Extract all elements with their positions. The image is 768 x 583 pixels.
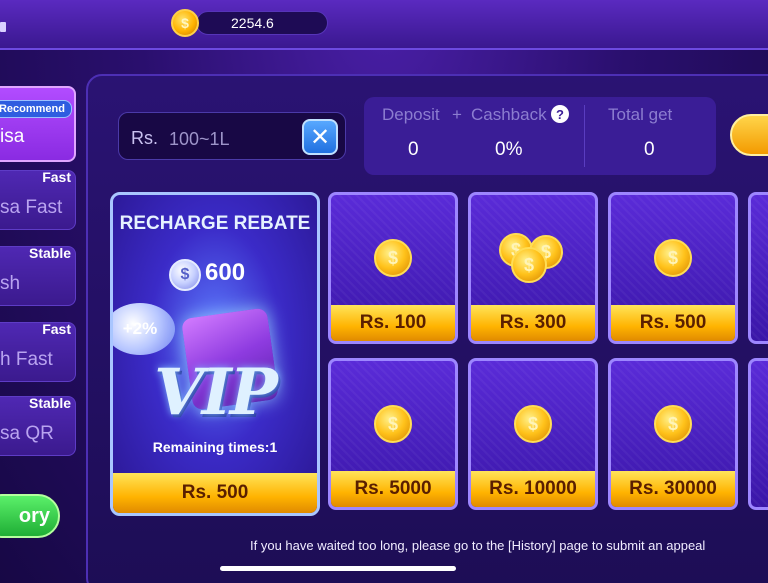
amount-option-5000[interactable]: $ Rs. 5000: [328, 358, 458, 510]
deposit-label: Deposit: [382, 105, 440, 124]
sidebar-item-label: h Fast: [0, 349, 53, 370]
total-get-value: 0: [644, 139, 655, 160]
history-button[interactable]: ory: [0, 494, 60, 538]
silver-coin-icon: $: [169, 259, 201, 291]
amount-option-300[interactable]: $ $ $ Rs. 300: [468, 192, 598, 344]
coin-icon: $: [171, 9, 199, 37]
plus-sign: +: [452, 105, 462, 124]
amount-option-500[interactable]: $ Rs. 500: [608, 192, 738, 344]
amount-placeholder: 100~1L: [169, 129, 230, 149]
sidebar-item-cash-fast[interactable]: Fast h Fast: [0, 321, 76, 382]
recommend-badge: Recommend: [0, 100, 72, 118]
amount-option-price: Rs. 5000: [331, 471, 455, 507]
vip-logo-text: VIP: [154, 355, 278, 430]
amount-option-10000[interactable]: $ Rs. 10000: [468, 358, 598, 510]
sidebar-item-visa[interactable]: Recommend isa: [0, 86, 76, 162]
recharge-summary: Deposit + Cashback ? Total get 0 0% 0: [364, 97, 716, 175]
amount-option-partial[interactable]: [748, 192, 768, 344]
coin-icon: $: [654, 239, 692, 277]
vip-rebate-card[interactable]: RECHARGE REBATE $ 600 +2% VIP Remaining …: [110, 192, 320, 516]
clear-icon[interactable]: ✕: [302, 119, 338, 155]
top-bar: 2254.6 $: [0, 0, 768, 50]
sidebar-item-label: isa: [0, 126, 25, 147]
cashback-label: Cashback: [471, 105, 547, 124]
vip-price: Rs. 500: [113, 473, 317, 513]
speed-badge: Stable: [28, 245, 71, 261]
home-indicator: [220, 566, 456, 571]
amount-option-price: Rs. 300: [471, 305, 595, 341]
coin-icon: $: [374, 405, 412, 443]
confirm-button-partial[interactable]: [730, 114, 768, 156]
speed-badge: Stable: [28, 395, 71, 411]
vip-rebate-amount: 600: [205, 259, 246, 286]
bonus-bubble: +2%: [113, 303, 175, 355]
remaining-times: Remaining times:1: [152, 439, 278, 455]
coin-icon: $: [654, 405, 692, 443]
amount-option-100[interactable]: $ Rs. 100: [328, 192, 458, 344]
amount-option-price: Rs. 10000: [471, 471, 595, 507]
balance-display: 2254.6: [196, 11, 328, 35]
speed-badge: Fast: [42, 169, 71, 185]
balance-value: 2254.6: [231, 15, 274, 31]
amount-option-30000[interactable]: $ Rs. 30000: [608, 358, 738, 510]
coin-icon: $: [514, 405, 552, 443]
coin-icon: $: [374, 239, 412, 277]
amount-option-partial[interactable]: [748, 358, 768, 510]
sidebar-item-visa-fast[interactable]: Fast sa Fast: [0, 169, 76, 230]
sidebar-item-label: sa QR: [0, 423, 54, 444]
help-icon[interactable]: ?: [551, 105, 569, 123]
currency-prefix: Rs.: [131, 128, 158, 148]
amount-option-price: Rs. 30000: [611, 471, 735, 507]
sidebar-item-label: sa Fast: [0, 197, 63, 218]
bonus-percent: +2%: [122, 319, 158, 338]
divider: [584, 105, 585, 167]
sidebar-item-visa-qr[interactable]: Stable sa QR: [0, 395, 76, 456]
vip-card-title: RECHARGE REBATE: [119, 213, 311, 234]
cashback-value: 0%: [495, 139, 523, 160]
deposit-value: 0: [408, 139, 419, 160]
sidebar-item-label: sh: [0, 273, 21, 294]
coin-icon: $: [511, 247, 547, 283]
back-icon[interactable]: [0, 22, 6, 32]
total-get-label: Total get: [608, 105, 673, 124]
sidebar-item-cash[interactable]: Stable sh: [0, 245, 76, 306]
appeal-notice: If you have waited too long, please go t…: [250, 538, 706, 553]
amount-option-price: Rs. 500: [611, 305, 735, 341]
speed-badge: Fast: [42, 321, 71, 337]
amount-option-price: Rs. 100: [331, 305, 455, 341]
